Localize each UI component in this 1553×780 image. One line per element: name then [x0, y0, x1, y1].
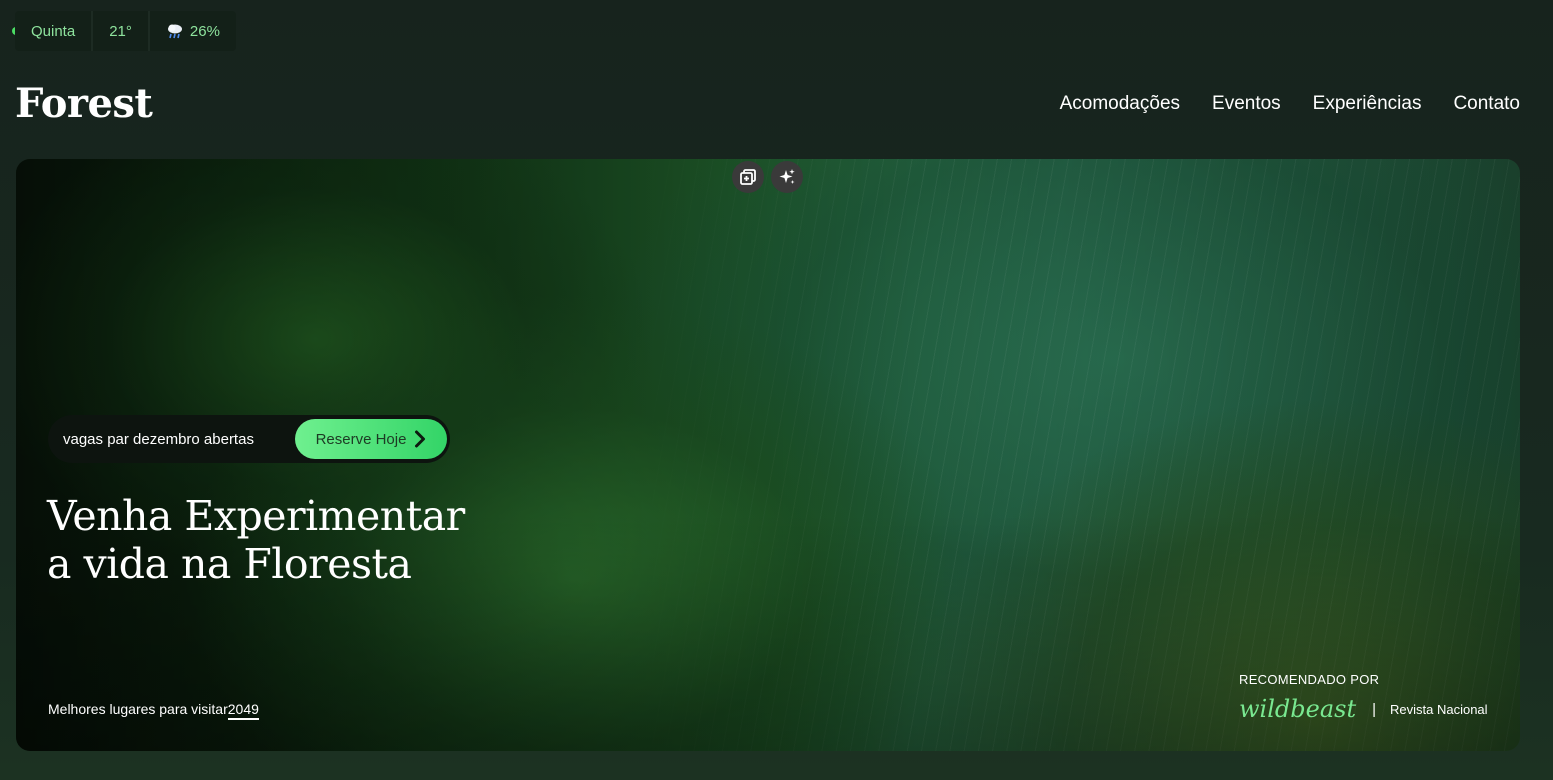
reserve-button-label: Reserve Hoje	[315, 430, 407, 448]
enhance-image-button[interactable]	[771, 161, 803, 193]
best-places: Melhores lugares para visitar2049	[48, 701, 259, 720]
copy-image-icon	[740, 169, 756, 185]
copy-image-button[interactable]	[732, 161, 764, 193]
chevron-right-icon	[415, 430, 426, 448]
sparkle-icon	[779, 169, 795, 184]
recommended-by: RECOMENDADO POR wildbeast | Revista Naci…	[1239, 672, 1488, 723]
hero-title-line-2: a vida na Floresta	[47, 540, 412, 588]
weather-temperature: 21°	[91, 11, 148, 51]
brand-wildbeast: wildbeast	[1239, 695, 1357, 723]
nav-eventos[interactable]: Eventos	[1212, 93, 1281, 115]
rain-cloud-icon	[167, 24, 182, 39]
promo-text: vagas par dezembro abertas	[63, 430, 254, 448]
weather-rain-value: 26%	[189, 22, 220, 40]
nav-acomodacoes[interactable]: Acomodações	[1060, 93, 1180, 115]
recommended-label: RECOMENDADO POR	[1239, 672, 1380, 687]
weather-rain: 26%	[147, 11, 236, 51]
nav-contato[interactable]: Contato	[1453, 93, 1520, 115]
reserve-button[interactable]: Reserve Hoje	[295, 419, 447, 459]
hero-title: Venha Experimentar a vida na Floresta	[47, 492, 465, 588]
promo-pill: vagas par dezembro abertas Reserve Hoje	[48, 415, 450, 463]
nav-experiencias[interactable]: Experiências	[1313, 93, 1422, 115]
hero-banner: vagas par dezembro abertas Reserve Hoje …	[16, 159, 1520, 751]
brand-separator: |	[1372, 700, 1376, 718]
brand-revista-nacional: Revista Nacional	[1390, 701, 1488, 717]
weather-bar: Quinta 21° 26%	[15, 11, 236, 51]
recommended-brands: wildbeast | Revista Nacional	[1239, 695, 1488, 723]
best-places-label: Melhores lugares para visitar	[48, 701, 228, 717]
main-nav: Acomodações Eventos Experiências Contato	[1060, 93, 1520, 115]
site-logo[interactable]: Forest	[15, 80, 153, 127]
hero-title-line-1: Venha Experimentar	[47, 492, 465, 540]
image-tools	[732, 161, 803, 193]
best-places-year[interactable]: 2049	[227, 701, 259, 720]
weather-day: Quinta	[31, 22, 76, 40]
